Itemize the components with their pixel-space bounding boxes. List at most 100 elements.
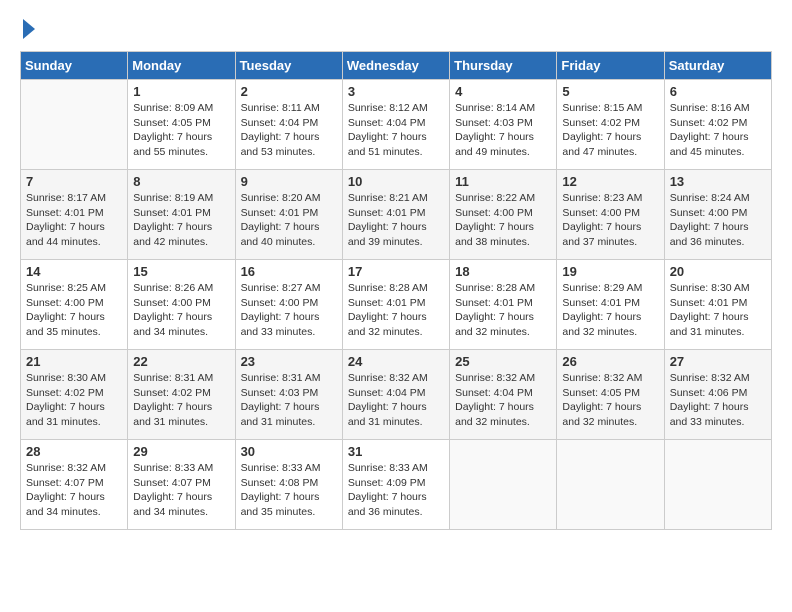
day-number: 2 — [241, 84, 337, 99]
calendar-cell: 13 Sunrise: 8:24 AMSunset: 4:00 PMDayligh… — [664, 170, 771, 260]
cell-info: Sunrise: 8:12 AMSunset: 4:04 PMDaylight:… — [348, 101, 444, 160]
day-number: 31 — [348, 444, 444, 459]
calendar-cell: 21 Sunrise: 8:30 AMSunset: 4:02 PMDayligh… — [21, 350, 128, 440]
calendar-cell: 19 Sunrise: 8:29 AMSunset: 4:01 PMDayligh… — [557, 260, 664, 350]
cell-info: Sunrise: 8:17 AMSunset: 4:01 PMDaylight:… — [26, 191, 122, 250]
day-header-tuesday: Tuesday — [235, 52, 342, 80]
cell-info: Sunrise: 8:31 AMSunset: 4:03 PMDaylight:… — [241, 371, 337, 430]
day-number: 19 — [562, 264, 658, 279]
cell-info: Sunrise: 8:32 AMSunset: 4:05 PMDaylight:… — [562, 371, 658, 430]
day-header-monday: Monday — [128, 52, 235, 80]
calendar-cell: 20 Sunrise: 8:30 AMSunset: 4:01 PMDayligh… — [664, 260, 771, 350]
calendar-cell: 7 Sunrise: 8:17 AMSunset: 4:01 PMDaylight… — [21, 170, 128, 260]
week-row-1: 1 Sunrise: 8:09 AMSunset: 4:05 PMDaylight… — [21, 80, 772, 170]
week-row-4: 21 Sunrise: 8:30 AMSunset: 4:02 PMDayligh… — [21, 350, 772, 440]
cell-info: Sunrise: 8:32 AMSunset: 4:04 PMDaylight:… — [348, 371, 444, 430]
logo — [20, 20, 35, 41]
week-row-5: 28 Sunrise: 8:32 AMSunset: 4:07 PMDayligh… — [21, 440, 772, 530]
calendar-cell — [450, 440, 557, 530]
calendar-cell: 22Sunrise: 8:31 AMSunset: 4:02 PMDayligh… — [128, 350, 235, 440]
day-number: 17 — [348, 264, 444, 279]
day-number: 9 — [241, 174, 337, 189]
day-number: 1 — [133, 84, 229, 99]
day-header-sunday: Sunday — [21, 52, 128, 80]
day-number: 16 — [241, 264, 337, 279]
calendar-cell — [21, 80, 128, 170]
calendar-cell: 11 Sunrise: 8:22 AMSunset: 4:00 PMDayligh… — [450, 170, 557, 260]
day-number: 5 — [562, 84, 658, 99]
day-number: 20 — [670, 264, 766, 279]
calendar-cell: 30 Sunrise: 8:33 AMSunset: 4:08 PMDayligh… — [235, 440, 342, 530]
cell-info: Sunrise: 8:30 AMSunset: 4:02 PMDaylight:… — [26, 371, 122, 430]
calendar-cell: 4Sunrise: 8:14 AMSunset: 4:03 PMDaylight… — [450, 80, 557, 170]
day-header-saturday: Saturday — [664, 52, 771, 80]
calendar-cell: 29Sunrise: 8:33 AMSunset: 4:07 PMDayligh… — [128, 440, 235, 530]
cell-info: Sunrise: 8:33 AMSunset: 4:08 PMDaylight:… — [241, 461, 337, 520]
cell-info: Sunrise: 8:23 AMSunset: 4:00 PMDaylight:… — [562, 191, 658, 250]
cell-info: Sunrise: 8:16 AMSunset: 4:02 PMDaylight:… — [670, 101, 766, 160]
day-number: 26 — [562, 354, 658, 369]
calendar-cell: 23Sunrise: 8:31 AMSunset: 4:03 PMDayligh… — [235, 350, 342, 440]
day-number: 21 — [26, 354, 122, 369]
day-number: 7 — [26, 174, 122, 189]
cell-info: Sunrise: 8:29 AMSunset: 4:01 PMDaylight:… — [562, 281, 658, 340]
cell-info: Sunrise: 8:25 AMSunset: 4:00 PMDaylight:… — [26, 281, 122, 340]
days-header-row: SundayMondayTuesdayWednesdayThursdayFrid… — [21, 52, 772, 80]
calendar-cell — [664, 440, 771, 530]
week-row-2: 7 Sunrise: 8:17 AMSunset: 4:01 PMDaylight… — [21, 170, 772, 260]
calendar-table: SundayMondayTuesdayWednesdayThursdayFrid… — [20, 51, 772, 530]
calendar-cell: 14 Sunrise: 8:25 AMSunset: 4:00 PMDayligh… — [21, 260, 128, 350]
cell-info: Sunrise: 8:11 AMSunset: 4:04 PMDaylight:… — [241, 101, 337, 160]
calendar-cell: 8 Sunrise: 8:19 AMSunset: 4:01 PMDaylight… — [128, 170, 235, 260]
day-number: 4 — [455, 84, 551, 99]
cell-info: Sunrise: 8:19 AMSunset: 4:01 PMDaylight:… — [133, 191, 229, 250]
cell-info: Sunrise: 8:22 AMSunset: 4:00 PMDaylight:… — [455, 191, 551, 250]
day-header-friday: Friday — [557, 52, 664, 80]
day-number: 14 — [26, 264, 122, 279]
cell-info: Sunrise: 8:32 AMSunset: 4:04 PMDaylight:… — [455, 371, 551, 430]
cell-info: Sunrise: 8:20 AMSunset: 4:01 PMDaylight:… — [241, 191, 337, 250]
calendar-cell: 18Sunrise: 8:28 AMSunset: 4:01 PMDayligh… — [450, 260, 557, 350]
cell-info: Sunrise: 8:32 AMSunset: 4:07 PMDaylight:… — [26, 461, 122, 520]
cell-info: Sunrise: 8:24 AMSunset: 4:00 PMDaylight:… — [670, 191, 766, 250]
calendar-cell: 10Sunrise: 8:21 AMSunset: 4:01 PMDayligh… — [342, 170, 449, 260]
cell-info: Sunrise: 8:28 AMSunset: 4:01 PMDaylight:… — [348, 281, 444, 340]
day-number: 13 — [670, 174, 766, 189]
day-number: 12 — [562, 174, 658, 189]
calendar-cell: 9 Sunrise: 8:20 AMSunset: 4:01 PMDaylight… — [235, 170, 342, 260]
calendar-cell: 16Sunrise: 8:27 AMSunset: 4:00 PMDayligh… — [235, 260, 342, 350]
day-number: 3 — [348, 84, 444, 99]
cell-info: Sunrise: 8:32 AMSunset: 4:06 PMDaylight:… — [670, 371, 766, 430]
week-row-3: 14 Sunrise: 8:25 AMSunset: 4:00 PMDayligh… — [21, 260, 772, 350]
day-number: 10 — [348, 174, 444, 189]
cell-info: Sunrise: 8:28 AMSunset: 4:01 PMDaylight:… — [455, 281, 551, 340]
day-number: 27 — [670, 354, 766, 369]
calendar-cell: 3 Sunrise: 8:12 AMSunset: 4:04 PMDaylight… — [342, 80, 449, 170]
calendar-cell: 24 Sunrise: 8:32 AMSunset: 4:04 PMDayligh… — [342, 350, 449, 440]
logo-arrow-icon — [23, 19, 35, 39]
calendar-cell: 27 Sunrise: 8:32 AMSunset: 4:06 PMDayligh… — [664, 350, 771, 440]
calendar-cell: 5Sunrise: 8:15 AMSunset: 4:02 PMDaylight… — [557, 80, 664, 170]
day-number: 30 — [241, 444, 337, 459]
day-number: 8 — [133, 174, 229, 189]
day-number: 6 — [670, 84, 766, 99]
day-number: 28 — [26, 444, 122, 459]
cell-info: Sunrise: 8:26 AMSunset: 4:00 PMDaylight:… — [133, 281, 229, 340]
cell-info: Sunrise: 8:09 AMSunset: 4:05 PMDaylight:… — [133, 101, 229, 160]
calendar-cell: 1 Sunrise: 8:09 AMSunset: 4:05 PMDaylight… — [128, 80, 235, 170]
calendar-cell: 17 Sunrise: 8:28 AMSunset: 4:01 PMDayligh… — [342, 260, 449, 350]
day-number: 11 — [455, 174, 551, 189]
calendar-cell: 28 Sunrise: 8:32 AMSunset: 4:07 PMDayligh… — [21, 440, 128, 530]
day-number: 25 — [455, 354, 551, 369]
calendar-cell: 25 Sunrise: 8:32 AMSunset: 4:04 PMDayligh… — [450, 350, 557, 440]
calendar-cell: 26 Sunrise: 8:32 AMSunset: 4:05 PMDayligh… — [557, 350, 664, 440]
cell-info: Sunrise: 8:31 AMSunset: 4:02 PMDaylight:… — [133, 371, 229, 430]
day-number: 24 — [348, 354, 444, 369]
calendar-cell — [557, 440, 664, 530]
day-number: 29 — [133, 444, 229, 459]
calendar-cell: 12 Sunrise: 8:23 AMSunset: 4:00 PMDayligh… — [557, 170, 664, 260]
cell-info: Sunrise: 8:33 AMSunset: 4:09 PMDaylight:… — [348, 461, 444, 520]
page-header — [20, 20, 772, 41]
cell-info: Sunrise: 8:30 AMSunset: 4:01 PMDaylight:… — [670, 281, 766, 340]
day-header-thursday: Thursday — [450, 52, 557, 80]
